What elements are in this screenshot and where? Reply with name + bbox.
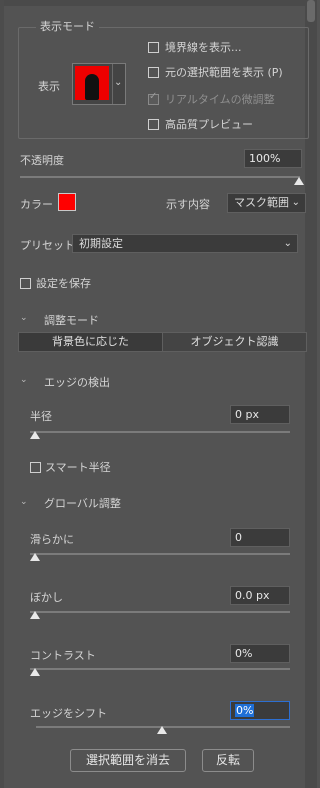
global-refine-collapse-icon[interactable]: ⌄ — [20, 497, 28, 507]
shift-edge-value: 0% — [235, 704, 255, 717]
feather-field[interactable]: 0.0 px — [230, 586, 290, 605]
smooth-slider-track[interactable] — [30, 553, 290, 555]
save-settings-checkbox[interactable] — [20, 278, 31, 289]
radius-slider-handle[interactable] — [30, 431, 40, 439]
adjust-mode-color-aware[interactable]: 背景色に応じた — [19, 333, 162, 351]
panel-left-edge — [0, 0, 4, 788]
smooth-field[interactable]: 0 — [230, 528, 290, 547]
chevron-down-icon: ⌄ — [283, 238, 292, 249]
color-label: カラー — [20, 198, 53, 211]
chevron-down-icon: ⌄ — [114, 77, 123, 88]
shift-edge-slider-handle[interactable] — [157, 726, 167, 734]
contrast-label: コントラスト — [30, 649, 96, 662]
edge-detection-title: エッジの検出 — [44, 376, 110, 389]
edge-detection-collapse-icon[interactable]: ⌄ — [20, 375, 28, 385]
show-content-label: 示す内容 — [166, 198, 210, 211]
global-refine-title: グローバル調整 — [44, 497, 121, 510]
show-original-checkbox[interactable] — [148, 67, 159, 78]
high-quality-preview-checkbox[interactable] — [148, 119, 159, 130]
preset-label: プリセット — [20, 239, 75, 252]
display-mode-title: 表示モード — [36, 18, 99, 34]
view-label: 表示 — [38, 80, 60, 93]
chevron-down-icon: ⌄ — [291, 197, 300, 208]
invert-button[interactable]: 反転 — [202, 749, 254, 772]
preset-select[interactable]: 初期設定 ⌄ — [72, 234, 298, 253]
feather-slider-handle[interactable] — [30, 611, 40, 619]
show-content-value: マスク範囲 — [234, 196, 289, 209]
display-mode-group — [18, 27, 309, 139]
radius-label: 半径 — [30, 410, 52, 423]
realtime-refine-label: リアルタイムの微調整 — [165, 93, 275, 106]
color-swatch[interactable] — [58, 193, 76, 211]
show-edge-label: 境界線を表示... — [165, 41, 242, 54]
scrollbar-thumb[interactable] — [307, 0, 315, 22]
person-silhouette-icon — [85, 74, 99, 100]
shift-edge-label: エッジをシフト — [30, 707, 107, 720]
smart-radius-checkbox[interactable] — [30, 462, 41, 473]
view-mode-picker[interactable]: ⌄ — [72, 63, 126, 105]
realtime-refine-checkbox[interactable] — [148, 91, 159, 105]
save-settings-label: 設定を保存 — [36, 277, 91, 290]
opacity-field[interactable]: 100% — [244, 149, 302, 168]
panel-top-strip — [0, 0, 317, 6]
shift-edge-field[interactable]: 0% — [230, 701, 290, 720]
view-thumbnail — [75, 66, 109, 100]
divider — [112, 64, 113, 104]
adjust-mode-title: 調整モード — [44, 314, 99, 327]
show-edge-checkbox[interactable] — [148, 42, 159, 53]
smooth-label: 滑らかに — [30, 533, 74, 546]
clear-selection-button[interactable]: 選択範囲を消去 — [70, 749, 186, 772]
adjust-mode-segmented-control: 背景色に応じた オブジェクト認識 — [18, 332, 307, 352]
feather-slider-track[interactable] — [30, 611, 290, 613]
high-quality-preview-label: 高品質プレビュー — [165, 118, 253, 131]
smart-radius-label: スマート半径 — [45, 461, 111, 474]
radius-field[interactable]: 0 px — [230, 405, 290, 424]
opacity-slider-track[interactable] — [20, 176, 300, 178]
adjust-mode-collapse-icon[interactable]: ⌄ — [20, 313, 28, 323]
preset-value: 初期設定 — [79, 237, 123, 250]
smooth-slider-handle[interactable] — [30, 553, 40, 561]
show-content-select[interactable]: マスク範囲 ⌄ — [227, 193, 306, 213]
feather-label: ぼかし — [30, 591, 63, 604]
contrast-field[interactable]: 0% — [230, 644, 290, 663]
opacity-label: 不透明度 — [20, 154, 64, 167]
opacity-slider-handle[interactable] — [294, 177, 304, 185]
radius-slider-track[interactable] — [30, 431, 290, 433]
show-original-label: 元の選択範囲を表示 (P) — [165, 66, 283, 79]
contrast-slider-track[interactable] — [30, 668, 290, 670]
adjust-mode-object-aware[interactable]: オブジェクト認識 — [162, 333, 306, 351]
contrast-slider-handle[interactable] — [30, 668, 40, 676]
